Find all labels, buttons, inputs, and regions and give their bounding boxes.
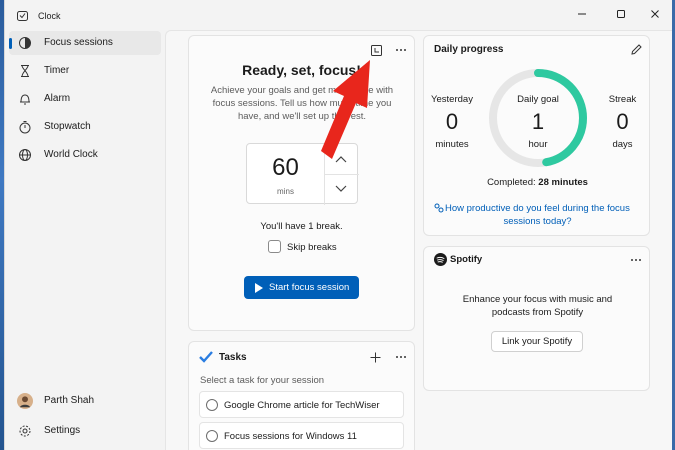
maximize-button[interactable]	[610, 6, 632, 22]
sidebar-item-focus-sessions[interactable]: Focus sessions	[9, 31, 161, 55]
tasks-prompt: Select a task for your session	[200, 375, 325, 386]
duration-value: 60	[272, 154, 299, 181]
tasks-title: Tasks	[219, 352, 247, 363]
more-options-button[interactable]	[393, 42, 409, 58]
task-radio[interactable]	[206, 430, 218, 442]
start-focus-session-button[interactable]: Start focus session	[244, 276, 359, 299]
spotify-brand: Spotify	[450, 254, 483, 265]
more-icon	[396, 356, 406, 358]
duration-unit: mins	[277, 187, 294, 196]
active-indicator	[9, 38, 12, 49]
feedback-link-line1: How productive do you feel during the fo…	[445, 203, 630, 214]
avatar	[17, 393, 33, 409]
spotify-logo-icon	[434, 253, 447, 266]
decrease-duration-button[interactable]	[333, 181, 349, 197]
task-label: Google Chrome article for TechWiser	[224, 400, 380, 411]
daily-progress-card: Daily progress Yesterday 0 minutes Daily…	[423, 35, 650, 236]
share-icon	[434, 203, 444, 213]
start-button-label: Start focus session	[269, 282, 350, 293]
main-content: Ready, set, focus! Achieve your goals an…	[165, 30, 672, 450]
focus-icon	[19, 37, 31, 49]
break-info: You'll have 1 break.	[260, 221, 343, 232]
hourglass-icon	[21, 65, 29, 77]
increase-duration-button[interactable]	[333, 151, 349, 167]
spotify-message: Enhance your focus with music and podcas…	[424, 293, 651, 319]
spotify-more-button[interactable]	[628, 252, 644, 268]
focus-session-card: Ready, set, focus! Achieve your goals an…	[188, 35, 415, 331]
completed-value: 28 minutes	[538, 177, 588, 188]
title-bar: Clock	[5, 0, 672, 30]
daily-progress-title: Daily progress	[434, 44, 504, 55]
streak-unit: days	[612, 139, 633, 150]
stopwatch-icon	[19, 121, 31, 134]
chevron-down-icon	[335, 185, 347, 192]
daily-goal-value: 1	[531, 109, 545, 134]
completed-summary: Completed: 28 minutes	[424, 177, 651, 188]
add-task-button[interactable]	[367, 349, 383, 365]
clock-window: Clock Focus sessions Timer Alarm Stopwat…	[4, 0, 672, 450]
feedback-link-line2: sessions today?	[503, 216, 572, 227]
sidebar-item-world-clock[interactable]: World Clock	[9, 143, 161, 167]
sidebar: Focus sessions Timer Alarm Stopwatch Wor…	[5, 30, 165, 450]
spotify-message-line1: Enhance your focus with music and	[462, 294, 613, 305]
task-item[interactable]: Google Chrome article for TechWiser	[199, 391, 404, 418]
pencil-icon	[630, 43, 642, 55]
stepper-divider	[325, 174, 359, 175]
globe-icon	[19, 149, 31, 161]
spotify-message-line2: podcasts from Spotify	[491, 307, 584, 318]
todo-check-icon	[199, 351, 213, 363]
minimize-button[interactable]	[571, 6, 593, 22]
compact-mode-icon	[370, 44, 382, 56]
tasks-card: Tasks Select a task for your session Goo…	[188, 341, 415, 450]
maximize-icon	[617, 10, 625, 18]
sidebar-item-label: Focus sessions	[44, 37, 113, 48]
bell-icon	[20, 94, 30, 105]
minimize-icon	[578, 13, 586, 15]
sidebar-item-stopwatch[interactable]: Stopwatch	[9, 115, 161, 139]
spotify-card: Spotify Enhance your focus with music an…	[423, 246, 650, 391]
sidebar-item-settings[interactable]: Settings	[9, 419, 161, 443]
link-spotify-button[interactable]: Link your Spotify	[491, 331, 583, 352]
edit-goal-button[interactable]	[628, 41, 644, 57]
sidebar-item-label: Settings	[44, 425, 81, 436]
skip-breaks-checkbox[interactable]	[268, 240, 281, 253]
close-icon	[651, 10, 659, 18]
user-name: Parth Shah	[44, 395, 95, 406]
plus-icon	[370, 352, 380, 362]
sidebar-item-alarm[interactable]: Alarm	[9, 87, 161, 111]
completed-label: Completed:	[487, 177, 536, 188]
focus-title: Ready, set, focus!	[242, 62, 361, 78]
streak-label: Streak	[608, 94, 637, 105]
more-icon	[396, 49, 406, 51]
task-radio[interactable]	[206, 399, 218, 411]
sidebar-user-account[interactable]: Parth Shah	[9, 389, 161, 413]
task-item[interactable]: Focus sessions for Windows 11	[199, 422, 404, 449]
daily-goal-label: Daily goal	[517, 94, 559, 105]
sidebar-item-label: Stopwatch	[44, 121, 91, 132]
streak-value: 0	[616, 109, 629, 134]
gear-icon	[19, 425, 31, 437]
focus-description: Achieve your goals and get more done wit…	[210, 85, 394, 122]
tasks-more-button[interactable]	[393, 349, 409, 365]
yesterday-unit: minutes	[435, 139, 469, 150]
daily-goal-unit: hour	[528, 139, 548, 150]
sidebar-item-label: World Clock	[44, 149, 98, 160]
sidebar-item-label: Alarm	[44, 93, 71, 104]
skip-breaks-label: Skip breaks	[287, 242, 337, 253]
yesterday-value: 0	[445, 109, 459, 134]
sidebar-item-timer[interactable]: Timer	[9, 59, 161, 83]
yesterday-label: Yesterday	[431, 94, 473, 105]
compact-mode-button[interactable]	[368, 42, 384, 58]
sidebar-item-label: Timer	[44, 65, 70, 76]
play-icon	[255, 283, 263, 293]
clock-app-icon	[17, 11, 28, 21]
more-icon	[631, 259, 641, 261]
duration-stepper[interactable]: 60 mins	[246, 143, 359, 205]
chevron-up-icon	[335, 156, 347, 163]
window-title: Clock	[38, 11, 61, 21]
task-label: Focus sessions for Windows 11	[224, 431, 357, 442]
close-button[interactable]	[644, 6, 666, 22]
